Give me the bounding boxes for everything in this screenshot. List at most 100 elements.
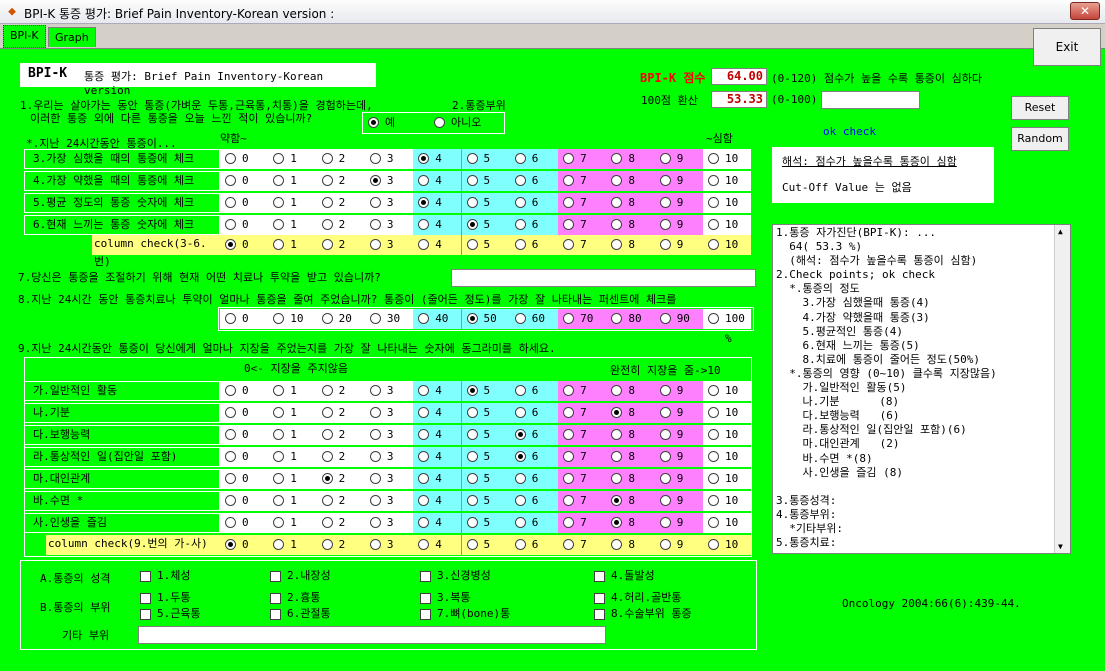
interference-row-5-option-3[interactable]: 3 <box>364 491 414 511</box>
interference-column-check-radio-1[interactable] <box>273 539 285 550</box>
pain-column-check-option-7[interactable]: 7 <box>558 235 607 255</box>
interference-row-2-radio-8[interactable] <box>611 429 623 440</box>
interference-column-check-option-3[interactable]: 3 <box>364 535 414 555</box>
interference-row-6-radio-9[interactable] <box>659 517 671 528</box>
pain-row-4-option-10[interactable]: 10 <box>703 171 752 191</box>
q8-option-10[interactable]: 100 % <box>703 309 752 345</box>
interference-row-3-option-3[interactable]: 3 <box>364 447 414 467</box>
q8-radio-6[interactable] <box>514 313 526 324</box>
siteB-row1-checkbox-3[interactable] <box>594 592 605 604</box>
pain-row-6-option-9[interactable]: 9 <box>654 215 703 235</box>
interference-row-1-radio-9[interactable] <box>659 407 671 418</box>
interference-row-0-option-7[interactable]: 7 <box>558 381 607 401</box>
interference-row-4-radio-4[interactable] <box>418 473 430 484</box>
pain-row-6-radio-10[interactable] <box>708 219 719 230</box>
pain-row-4-option-4[interactable]: 4 <box>413 171 462 191</box>
interference-column-check-option-0[interactable]: 0 <box>220 535 269 555</box>
interference-row-6-option-2[interactable]: 2 <box>316 513 365 533</box>
report-scrollbar[interactable]: ▲ ▼ <box>1054 225 1070 553</box>
pain-row-5-option-10[interactable]: 10 <box>703 193 752 213</box>
interference-row-6-radio-0[interactable] <box>225 517 236 528</box>
siteB-row1-item-0[interactable]: 1.두통 <box>140 591 191 605</box>
interference-row-5-radio-2[interactable] <box>321 495 333 506</box>
siteB-row2-checkbox-3[interactable] <box>594 608 605 620</box>
pain-row-6-option-2[interactable]: 2 <box>316 215 365 235</box>
q7-input[interactable] <box>451 269 756 287</box>
pain-row-6-option-6[interactable]: 6 <box>509 215 559 235</box>
interference-row-1-option-4[interactable]: 4 <box>413 403 462 423</box>
pain-column-check-radio-3[interactable] <box>369 239 381 250</box>
interference-row-0-option-1[interactable]: 1 <box>268 381 317 401</box>
pain-row-4-radio-0[interactable] <box>225 175 236 186</box>
interference-row-0-radio-0[interactable] <box>225 385 236 396</box>
interference-row-0-option-10[interactable]: 10 <box>703 381 752 401</box>
interference-row-5-radio-5[interactable] <box>466 495 478 506</box>
interference-column-check-radio-0[interactable] <box>225 539 236 550</box>
interference-row-6-option-3[interactable]: 3 <box>364 513 414 533</box>
interference-row-1-radio-6[interactable] <box>514 407 526 418</box>
random-button[interactable]: Random <box>1011 127 1069 151</box>
pain-row-5-option-3[interactable]: 3 <box>364 193 414 213</box>
q8-radio-1[interactable] <box>273 313 285 324</box>
interference-column-check-radio-4[interactable] <box>418 539 430 550</box>
pain-row-4-option-7[interactable]: 7 <box>558 171 607 191</box>
pain-row-6-option-3[interactable]: 3 <box>364 215 414 235</box>
interference-row-5-radio-8[interactable] <box>611 495 623 506</box>
pain-row-5-radio-0[interactable] <box>225 197 236 208</box>
interference-row-6-radio-10[interactable] <box>708 517 719 528</box>
siteB-row2-item-0[interactable]: 5.근육통 <box>140 607 201 621</box>
interference-row-4-option-3[interactable]: 3 <box>364 469 414 489</box>
interference-row-2-radio-5[interactable] <box>466 429 478 440</box>
interference-row-5-radio-10[interactable] <box>708 495 719 506</box>
siteB-row2-item-1[interactable]: 6.관절통 <box>270 607 331 621</box>
interference-row-2-option-10[interactable]: 10 <box>703 425 752 445</box>
pain-column-check-option-1[interactable]: 1 <box>268 235 317 255</box>
pain-row-3-option-4[interactable]: 4 <box>413 149 462 169</box>
pain-column-check-option-2[interactable]: 2 <box>316 235 365 255</box>
interference-row-1-radio-10[interactable] <box>708 407 719 418</box>
interference-row-1-option-2[interactable]: 2 <box>316 403 365 423</box>
interference-row-4-radio-9[interactable] <box>659 473 671 484</box>
pain-row-5-option-5[interactable]: 5 <box>461 193 510 213</box>
pain-row-4-radio-9[interactable] <box>659 175 671 186</box>
q8-radio-4[interactable] <box>418 313 430 324</box>
pain-row-3-option-7[interactable]: 7 <box>558 149 607 169</box>
interference-column-check-option-10[interactable]: 10 <box>703 535 752 555</box>
pain-row-6-radio-5[interactable] <box>466 219 478 230</box>
pain-row-4-option-1[interactable]: 1 <box>268 171 317 191</box>
interference-row-3-option-0[interactable]: 0 <box>220 447 269 467</box>
interference-row-3-radio-6[interactable] <box>514 451 526 462</box>
interference-row-4-option-9[interactable]: 9 <box>654 469 703 489</box>
interference-row-6-radio-2[interactable] <box>321 517 333 528</box>
interference-row-5-option-9[interactable]: 9 <box>654 491 703 511</box>
pain-row-4-radio-6[interactable] <box>514 175 526 186</box>
interference-column-check-radio-5[interactable] <box>466 539 478 550</box>
interference-row-0-option-3[interactable]: 3 <box>364 381 414 401</box>
interference-row-6-radio-7[interactable] <box>563 517 575 528</box>
interference-column-check-option-6[interactable]: 6 <box>509 535 559 555</box>
pain-row-5-option-1[interactable]: 1 <box>268 193 317 213</box>
pain-row-4-option-2[interactable]: 2 <box>316 171 365 191</box>
interference-row-0-radio-1[interactable] <box>273 385 285 396</box>
interference-row-0-radio-5[interactable] <box>466 385 478 396</box>
pain-row-5-option-9[interactable]: 9 <box>654 193 703 213</box>
pain-column-check-option-8[interactable]: 8 <box>606 235 655 255</box>
interference-column-check-radio-2[interactable] <box>321 539 333 550</box>
interference-row-1-option-7[interactable]: 7 <box>558 403 607 423</box>
pain-row-3-radio-4[interactable] <box>418 153 430 164</box>
pain-row-5-option-8[interactable]: 8 <box>606 193 655 213</box>
interference-row-6-option-4[interactable]: 4 <box>413 513 462 533</box>
siteB-row1-checkbox-1[interactable] <box>270 592 281 604</box>
pain-row-4-radio-1[interactable] <box>273 175 285 186</box>
pain-row-4-option-9[interactable]: 9 <box>654 171 703 191</box>
interference-row-3-option-10[interactable]: 10 <box>703 447 752 467</box>
q8-radio-5[interactable] <box>466 313 478 324</box>
pain-row-4-option-3[interactable]: 3 <box>364 171 414 191</box>
q8-option-7[interactable]: 70 <box>558 309 607 329</box>
pain-column-check-radio-10[interactable] <box>708 239 719 250</box>
pain-column-check-radio-5[interactable] <box>466 239 478 250</box>
pain-row-4-option-8[interactable]: 8 <box>606 171 655 191</box>
pain-row-3-option-1[interactable]: 1 <box>268 149 317 169</box>
interference-row-2-radio-7[interactable] <box>563 429 575 440</box>
interference-row-4-option-10[interactable]: 10 <box>703 469 752 489</box>
